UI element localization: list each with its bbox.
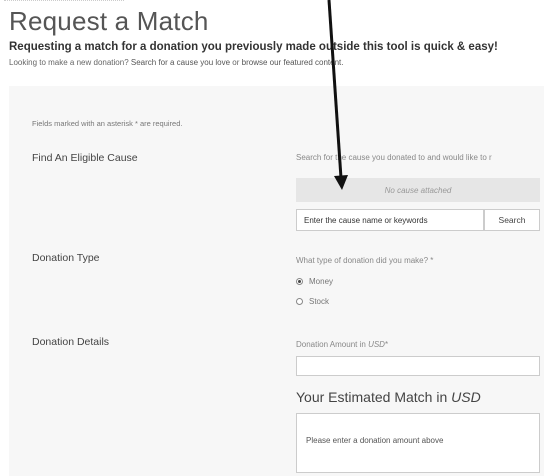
donation-type-question: What type of donation did you make? *: [296, 256, 434, 265]
cause-section-label: Find An Eligible Cause: [32, 152, 138, 164]
breadcrumb: [4, 0, 124, 4]
no-cause-attached-text: No cause attached: [384, 185, 452, 195]
cause-search-input[interactable]: [296, 209, 484, 231]
sub-intro-text: Looking to make a new donation? Search f…: [9, 58, 343, 67]
radio-stock-label: Stock: [309, 297, 330, 306]
radio-money-label: Money: [309, 277, 334, 286]
radio-stock[interactable]: Stock: [296, 297, 329, 306]
radio-money[interactable]: Money: [296, 277, 333, 286]
donation-amount-required: *: [384, 340, 389, 349]
donation-amount-label: Donation Amount in USD*: [296, 340, 388, 349]
estimated-match-prefix: Your Estimated Match in: [296, 389, 448, 405]
cause-search-button[interactable]: Search: [484, 209, 540, 231]
estimated-match-text: Please enter a donation amount above: [306, 436, 444, 445]
radio-stock-dot[interactable]: [296, 298, 303, 305]
search-cause-link[interactable]: Search for a cause you love: [131, 58, 230, 67]
donation-amount-input[interactable]: [296, 356, 540, 376]
page-title: Request a Match: [9, 6, 209, 36]
radio-money-dot[interactable]: [296, 278, 303, 285]
donation-details-label: Donation Details: [32, 336, 110, 348]
browse-featured-link[interactable]: browse our featured content.: [242, 58, 344, 67]
donation-type-label: Donation Type: [32, 252, 100, 264]
intro-text: Requesting a match for a donation you pr…: [9, 41, 498, 53]
sub-intro-prefix: Looking to make a new donation?: [9, 58, 129, 67]
estimated-match-heading: Your Estimated Match in USD: [296, 389, 481, 405]
estimated-match-currency: USD: [451, 389, 481, 405]
sub-intro-or: or: [232, 58, 240, 67]
donation-amount-prefix: Donation Amount in: [296, 340, 366, 349]
cause-help-text: Search for the cause you donated to and …: [296, 153, 492, 162]
required-note: Fields marked with an asterisk * are req…: [32, 119, 183, 128]
donation-amount-currency: USD: [368, 340, 385, 349]
no-cause-attached-box: No cause attached: [296, 178, 540, 202]
